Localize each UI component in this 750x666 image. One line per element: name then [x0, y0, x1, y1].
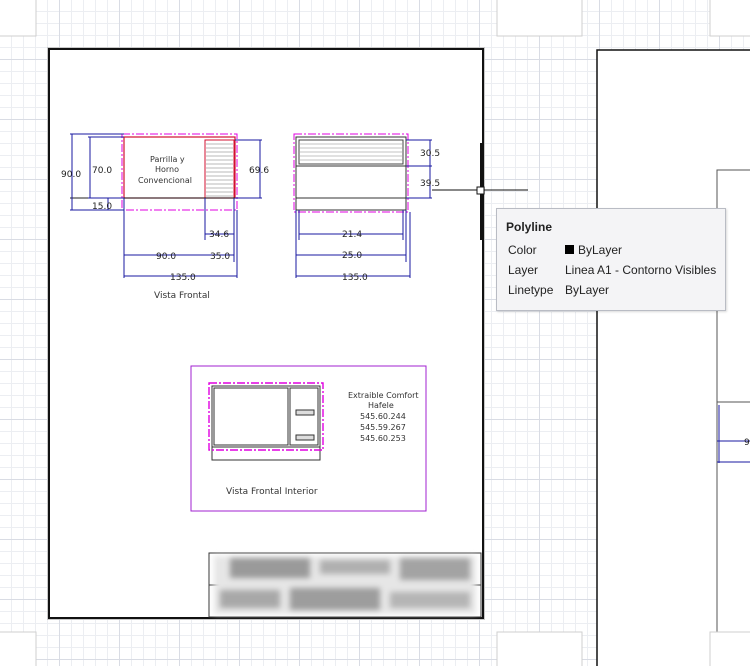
note-line-5: 545.60.253: [360, 434, 406, 443]
equipment-label-1: Parrilla y: [150, 155, 185, 164]
drawing-canvas[interactable]: 9 90.0 70.0 15.0 69.6 34.6 90.0 35.0 135…: [0, 0, 750, 666]
title-block-redacted: [214, 556, 476, 614]
dim-15: 15.0: [92, 202, 112, 212]
equipment-label-3: Convencional: [138, 176, 192, 185]
tooltip-label-linetype: Linetype: [508, 283, 554, 297]
sheet-corner-top-right: [709, 0, 750, 37]
dim-35: 35.0: [210, 252, 230, 262]
tooltip-value-linetype: ByLayer: [565, 283, 610, 297]
sheet-corner-bottom-mid: [496, 631, 583, 666]
dim-30-5: 30.5: [420, 149, 440, 159]
property-tooltip: Polyline Color ByLayer Layer Linea A1 - …: [496, 208, 726, 311]
tooltip-label-layer: Layer: [508, 263, 539, 277]
tooltip-title: Polyline: [506, 220, 553, 234]
sheet-corner-bottom-left: [0, 631, 37, 666]
pullout-basket-bottom: [295, 434, 315, 441]
tooltip-value-color-wrap: ByLayer: [565, 242, 622, 258]
dim-135-b: 135.0: [342, 273, 368, 283]
tooltip-value-color: ByLayer: [578, 243, 623, 257]
pullout-basket-top: [295, 409, 315, 416]
tooltip-value-layer: Linea A1 - Contorno Visibles: [565, 263, 717, 277]
sheet-corner-top-left: [0, 0, 37, 37]
sheet-corner-top-mid: [496, 0, 583, 37]
dim-34-6: 34.6: [209, 230, 229, 240]
note-line-1: Extraible Comfort: [348, 391, 419, 400]
note-line-4: 545.59.267: [360, 423, 406, 432]
dim-90-bottom: 90.0: [156, 252, 176, 262]
sheet-corner-bottom-right: [709, 631, 750, 666]
dim-69-6: 69.6: [249, 166, 269, 176]
view-frontal-label: Vista Frontal: [154, 291, 210, 301]
view-interior-label: Vista Frontal Interior: [226, 487, 318, 497]
note-line-2: Hafele: [368, 401, 394, 410]
dim-25: 25.0: [342, 251, 362, 261]
equipment-label-2: Horno: [155, 165, 179, 174]
title-block[interactable]: [208, 552, 482, 618]
cursor-pickbox: [476, 186, 485, 195]
tooltip-label-color: Color: [508, 243, 537, 257]
dim-135-a: 135.0: [170, 273, 196, 283]
dim-70: 70.0: [92, 166, 112, 176]
dim-21-4: 21.4: [342, 230, 362, 240]
dim-39-5: 39.5: [420, 179, 440, 189]
dim-90-left: 90.0: [61, 170, 81, 180]
dim-right-sheet-9: 9: [744, 438, 750, 448]
note-line-3: 545.60.244: [360, 412, 406, 421]
color-swatch-icon: [565, 245, 574, 254]
sheet-paper-right: [596, 49, 750, 666]
